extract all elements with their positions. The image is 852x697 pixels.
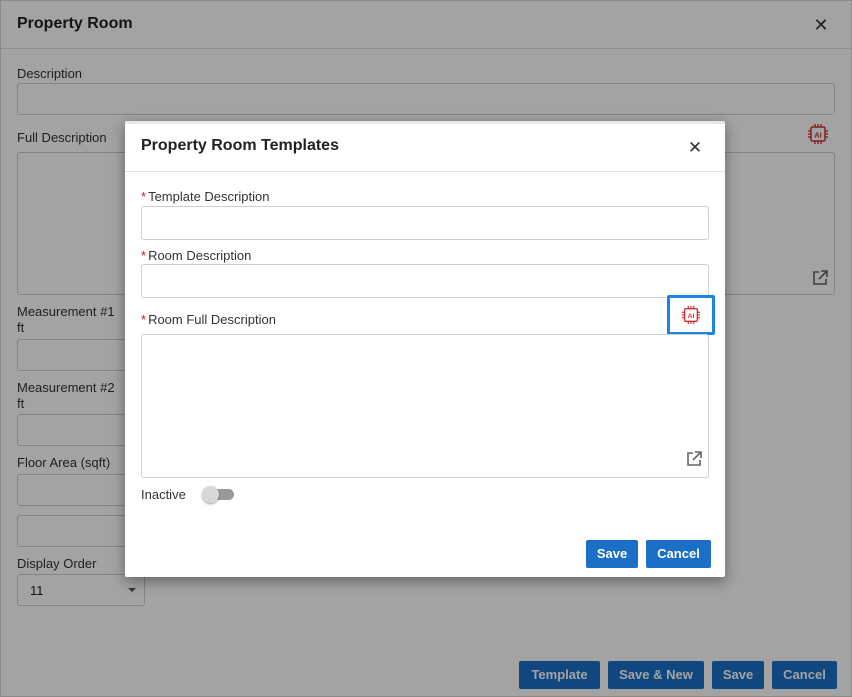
inactive-toggle[interactable] bbox=[202, 486, 234, 503]
room-full-description-label: * Room Full Description bbox=[141, 312, 276, 328]
room-description-input[interactable] bbox=[141, 264, 709, 298]
required-marker: * bbox=[141, 312, 147, 327]
template-description-label-text: Template Description bbox=[148, 189, 270, 204]
property-room-templates-modal: Property Room Templates ✕ * Template Desc… bbox=[125, 121, 725, 577]
modal-cancel-button[interactable]: Cancel bbox=[646, 540, 711, 568]
external-link-icon[interactable] bbox=[685, 450, 703, 468]
template-description-input[interactable] bbox=[141, 206, 709, 240]
close-icon[interactable]: ✕ bbox=[687, 139, 703, 156]
room-full-description-textarea[interactable] bbox=[141, 334, 709, 478]
room-full-description-label-text: Room Full Description bbox=[148, 312, 276, 327]
modal-title: Property Room Templates bbox=[141, 137, 339, 154]
required-marker: * bbox=[141, 248, 147, 263]
template-description-label: * Template Description bbox=[141, 189, 269, 205]
ai-generate-button[interactable]: AI bbox=[667, 295, 715, 335]
svg-text:AI: AI bbox=[688, 313, 695, 320]
room-description-label: * Room Description bbox=[141, 248, 251, 264]
required-marker: * bbox=[141, 189, 147, 204]
modal-save-button[interactable]: Save bbox=[586, 540, 638, 568]
toggle-knob bbox=[202, 486, 219, 503]
ai-chip-icon: AI bbox=[681, 305, 701, 325]
inactive-label: Inactive bbox=[141, 487, 186, 502]
room-description-label-text: Room Description bbox=[148, 248, 252, 263]
modal-header: Property Room Templates ✕ bbox=[125, 124, 725, 172]
